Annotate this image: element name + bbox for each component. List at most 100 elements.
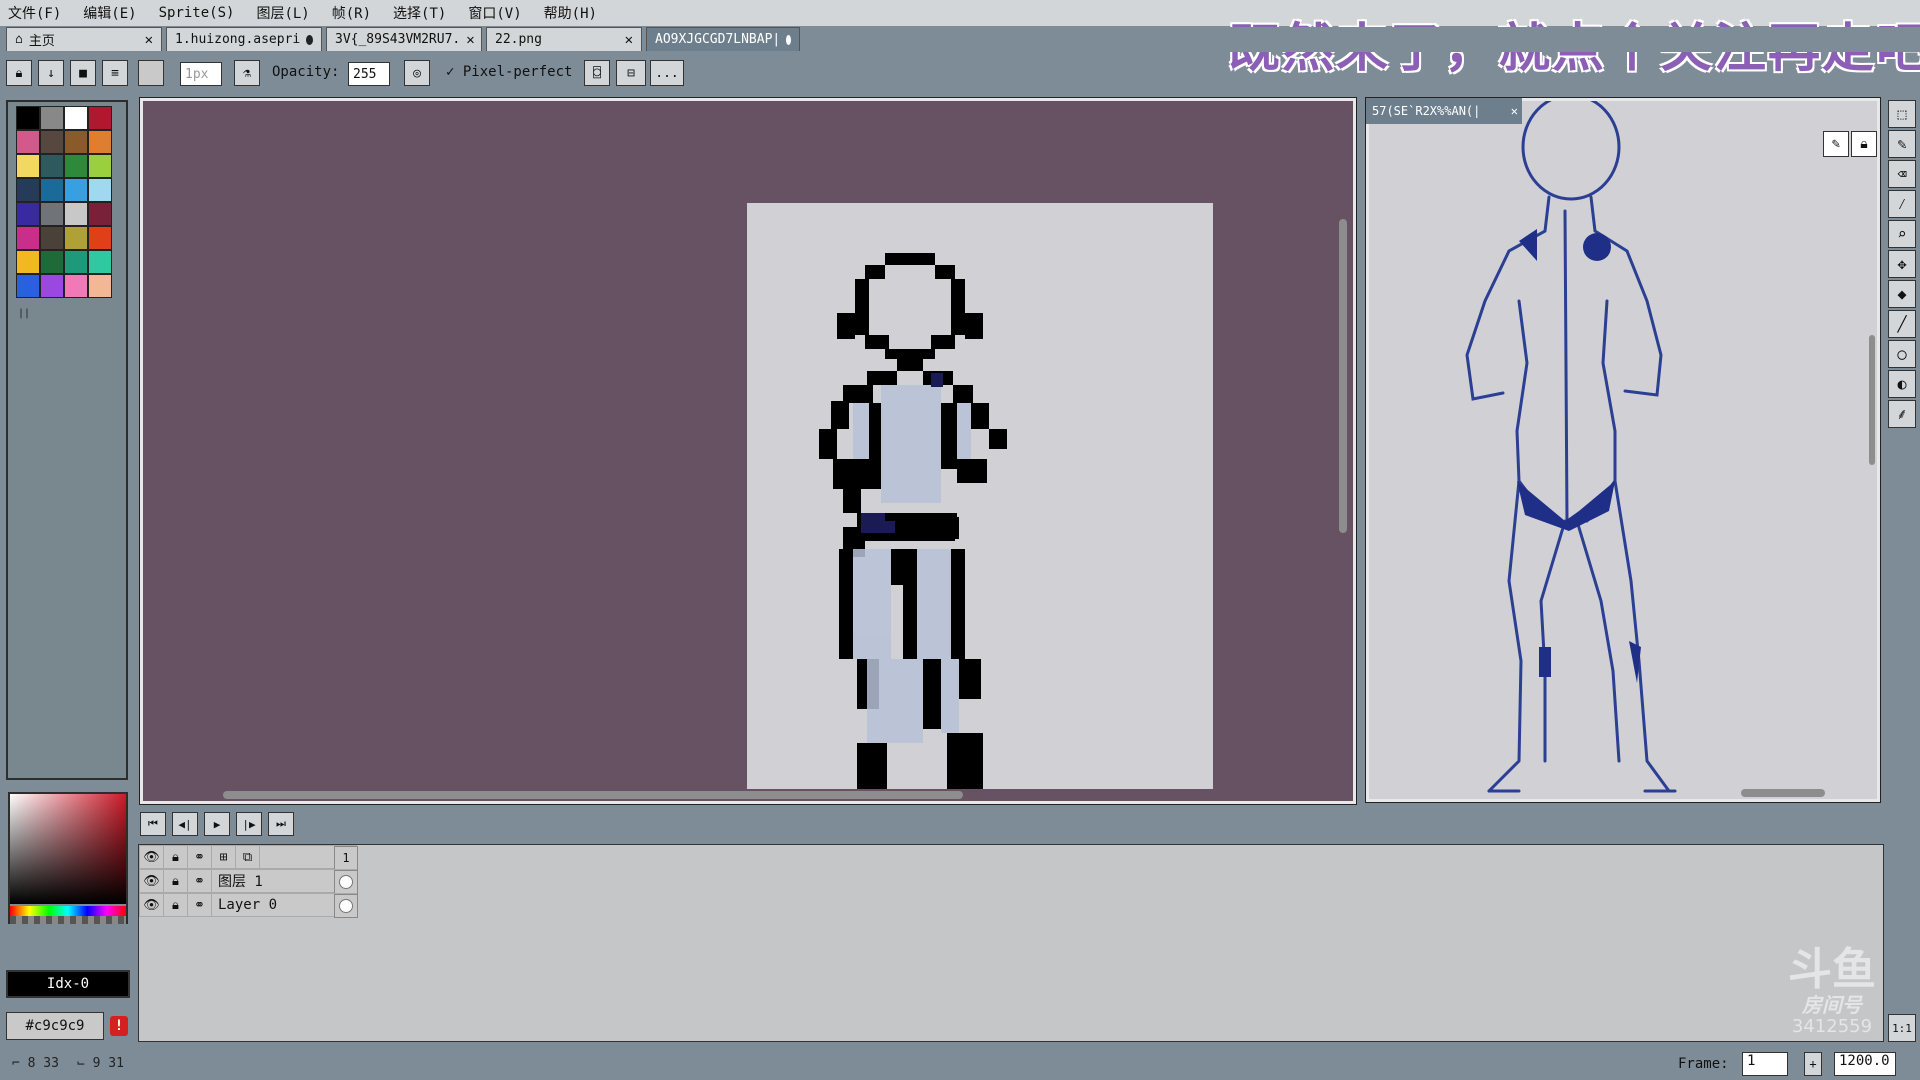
palette-swatch[interactable] bbox=[40, 154, 64, 178]
symmetry-icon[interactable]: ⌼ bbox=[584, 60, 610, 86]
pencil-icon[interactable]: ✎ bbox=[1823, 131, 1849, 157]
menu-item-2[interactable]: Sprite(S) bbox=[159, 5, 235, 21]
palette-swatch[interactable] bbox=[88, 226, 112, 250]
menu-item-6[interactable]: 窗口(V) bbox=[468, 3, 521, 23]
palette-resize-handle[interactable]: || bbox=[18, 308, 30, 319]
palette-swatch[interactable] bbox=[64, 274, 88, 298]
rectangular-marquee-icon[interactable]: ⬚ bbox=[1888, 100, 1916, 128]
last-frame-button[interactable]: ⏭ bbox=[268, 812, 294, 836]
palette-swatch[interactable] bbox=[40, 178, 64, 202]
lock-icon[interactable]: 🔒︎ bbox=[164, 870, 188, 892]
previous-frame-button[interactable]: ◀| bbox=[172, 812, 198, 836]
palette-swatch[interactable] bbox=[88, 130, 112, 154]
layer-row-0[interactable]: 👁︎ 🔒︎ ⚭ Layer 0 bbox=[139, 893, 358, 918]
menu-item-0[interactable]: 文件(F) bbox=[8, 3, 61, 23]
close-icon[interactable]: ✕ bbox=[466, 32, 474, 48]
move-icon[interactable]: ✥ bbox=[1888, 250, 1916, 278]
palette-swatch[interactable] bbox=[88, 154, 112, 178]
palette-swatch[interactable] bbox=[40, 250, 64, 274]
saturation-value-gradient[interactable] bbox=[10, 794, 126, 904]
line-icon[interactable]: ╱ bbox=[1888, 310, 1916, 338]
zoom-icon[interactable]: ⌕ bbox=[1888, 220, 1916, 248]
spray-tool-icon[interactable]: ⸙ bbox=[1888, 400, 1916, 428]
eyedropper-icon[interactable]: ⁄ bbox=[1888, 190, 1916, 218]
palette-swatch[interactable] bbox=[64, 154, 88, 178]
frame-cel[interactable] bbox=[334, 870, 358, 894]
frame-header-1[interactable]: 1 bbox=[334, 846, 358, 870]
menu-item-3[interactable]: 图层(L) bbox=[256, 3, 309, 23]
palette-swatch[interactable] bbox=[16, 202, 40, 226]
lock-icon[interactable]: 🔒︎ bbox=[164, 894, 188, 916]
frame-input[interactable]: 1 bbox=[1742, 1052, 1788, 1076]
document-tab[interactable]: 3V{_89S43VM2RU7. ✕ bbox=[326, 27, 482, 51]
unsaved-dot-icon[interactable] bbox=[306, 34, 313, 45]
close-icon[interactable]: ✕ bbox=[145, 32, 153, 48]
add-frame-button[interactable]: + bbox=[1804, 1052, 1822, 1076]
lock-icon[interactable]: 🔒︎ bbox=[164, 846, 188, 868]
palette-swatch[interactable] bbox=[40, 274, 64, 298]
link-icon[interactable]: ⚭ bbox=[188, 846, 212, 868]
palette-swatch[interactable] bbox=[64, 106, 88, 130]
palette-swatch[interactable] bbox=[88, 202, 112, 226]
layer-stack-icon[interactable]: ⊞ bbox=[212, 846, 236, 868]
palette-swatch[interactable] bbox=[16, 274, 40, 298]
hue-slider[interactable] bbox=[10, 906, 126, 916]
palette-swatch[interactable] bbox=[88, 250, 112, 274]
palette-swatch[interactable] bbox=[16, 250, 40, 274]
ellipse-icon[interactable]: ◯ bbox=[1888, 340, 1916, 368]
next-frame-button[interactable]: |▶ bbox=[236, 812, 262, 836]
symmetry-options-icon[interactable]: ⊟ bbox=[616, 60, 646, 86]
preview-vertical-scrollbar[interactable] bbox=[1869, 335, 1875, 465]
square-brush-icon[interactable]: ■ bbox=[70, 60, 96, 86]
eye-icon[interactable]: 👁︎ bbox=[140, 870, 164, 892]
lock-icon[interactable]: 🔒︎ bbox=[6, 60, 32, 86]
close-icon[interactable]: ✕ bbox=[1511, 104, 1522, 118]
preview-horizontal-scrollbar[interactable] bbox=[1741, 789, 1825, 797]
zoom-input[interactable]: 1200.0 bbox=[1834, 1052, 1896, 1076]
opacity-input[interactable]: 255 bbox=[348, 62, 390, 86]
spray-icon[interactable]: ◎ bbox=[404, 60, 430, 86]
palette-swatch[interactable] bbox=[88, 274, 112, 298]
play-button[interactable]: ▶ bbox=[204, 812, 230, 836]
unsaved-dot-icon[interactable] bbox=[786, 34, 791, 45]
document-tab[interactable]: 1.huizong.asepri bbox=[166, 27, 322, 51]
warning-icon[interactable]: ! bbox=[110, 1016, 128, 1036]
pencil-tool-icon[interactable]: ✎ bbox=[1888, 130, 1916, 158]
close-icon[interactable]: ✕ bbox=[625, 32, 633, 48]
menu-icon[interactable]: ≡ bbox=[102, 60, 128, 86]
link-icon[interactable]: ⚭ bbox=[188, 894, 212, 916]
menu-item-5[interactable]: 选择(T) bbox=[393, 3, 446, 23]
layer-row-1[interactable]: 👁︎ 🔒︎ ⚭ 图层 1 bbox=[139, 869, 358, 894]
palette-swatch[interactable] bbox=[16, 130, 40, 154]
menu-item-7[interactable]: 帮助(H) bbox=[544, 3, 597, 23]
sprite-canvas[interactable] bbox=[747, 203, 1213, 789]
editor-vertical-scrollbar[interactable] bbox=[1339, 219, 1347, 533]
menu-item-1[interactable]: 编辑(E) bbox=[83, 3, 136, 23]
palette-swatch[interactable] bbox=[64, 130, 88, 154]
palette-swatch[interactable] bbox=[40, 106, 64, 130]
more-options-button[interactable]: ... bbox=[650, 60, 684, 86]
first-frame-button[interactable]: ⏮ bbox=[140, 812, 166, 836]
ink-type-icon[interactable]: ⚗ bbox=[234, 60, 260, 86]
eye-icon[interactable]: 👁︎ bbox=[140, 894, 164, 916]
zoom-reset-button[interactable]: 1:1 bbox=[1888, 1014, 1916, 1042]
pixel-perfect-checkbox[interactable]: ✓ Pixel-perfect bbox=[446, 64, 572, 80]
palette-swatch[interactable] bbox=[16, 226, 40, 250]
editor-horizontal-scrollbar[interactable] bbox=[223, 791, 963, 799]
sprite-editor[interactable] bbox=[139, 97, 1357, 805]
palette-swatch[interactable] bbox=[88, 178, 112, 202]
palette-swatch[interactable] bbox=[40, 130, 64, 154]
palette-swatch[interactable] bbox=[16, 154, 40, 178]
preview-tab[interactable]: 57(SE`R2X%%AN(| ✕ bbox=[1366, 98, 1522, 124]
menu-item-4[interactable]: 帧(R) bbox=[332, 3, 371, 23]
eraser-icon[interactable]: ⌫ bbox=[1888, 160, 1916, 188]
color-hex-field[interactable]: #c9c9c9 bbox=[6, 1012, 104, 1040]
document-tab[interactable]: 22.png ✕ bbox=[486, 27, 642, 51]
fill-bucket-icon[interactable]: ◆ bbox=[1888, 280, 1916, 308]
palette-swatch[interactable] bbox=[64, 226, 88, 250]
lock-icon[interactable]: 🔒︎ bbox=[1851, 131, 1877, 157]
link-icon[interactable]: ⚭ bbox=[188, 870, 212, 892]
palette-swatch[interactable] bbox=[64, 250, 88, 274]
frame-icon[interactable]: ⧉ bbox=[236, 846, 260, 868]
alpha-slider[interactable] bbox=[10, 916, 126, 924]
